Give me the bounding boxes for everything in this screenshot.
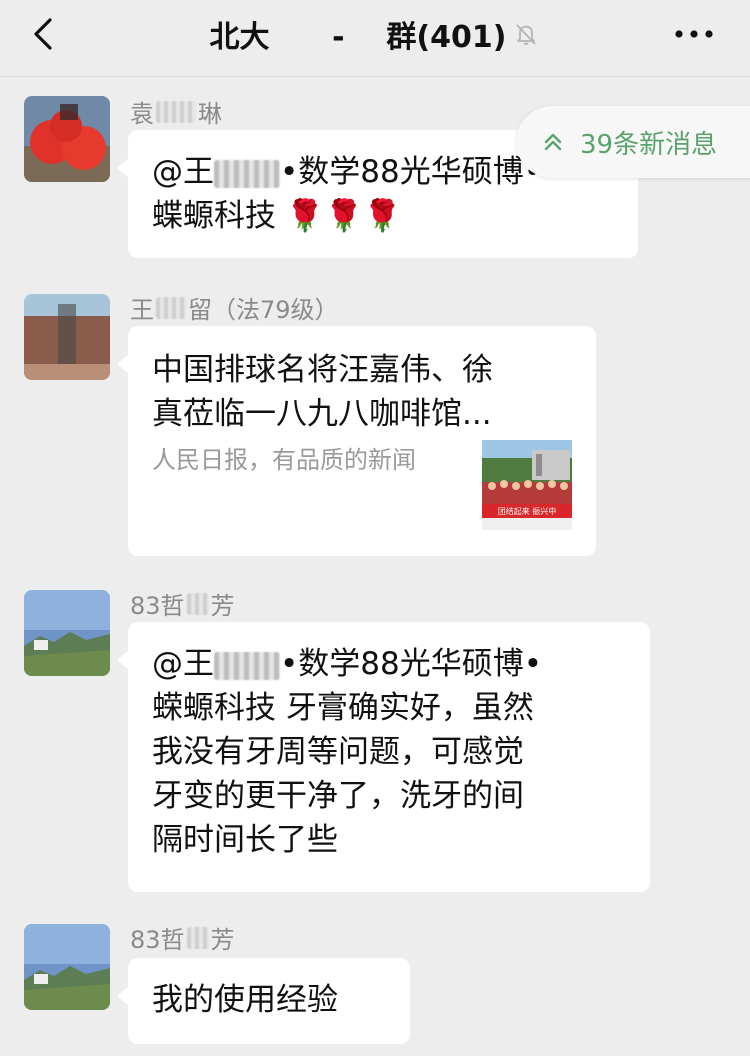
group-name: 北大 - 群(401) [209, 20, 507, 55]
top-bar: 北大 - 群(401) [0, 0, 750, 77]
card-source: 人民日报，有品质的新闻 [152, 446, 416, 474]
avatar[interactable] [24, 924, 110, 1010]
banner-text: 团结起来 振兴中 [498, 506, 557, 516]
double-chevron-up-icon [544, 133, 562, 151]
message-bubble[interactable]: @王 •数学88光华硕博• 蝾螈科技 牙膏确实好，虽然 我没有牙周等问题，可感觉 … [117, 622, 650, 892]
link-card[interactable]: 中国排球名将汪嘉伟、徐 真莅临一八九八咖啡馆... 人民日报，有品质的新闻 团结… [117, 326, 596, 556]
sender-name: 王 留（法79级） [130, 296, 339, 324]
card-title-line: 真莅临一八九八咖啡馆... [152, 396, 492, 432]
avatar[interactable] [24, 294, 110, 380]
chat-screen: 北大 - 群(401) 袁 琳 @王 •数学88光华硕博• 蝶螈科技 🌹🌹🌹 3… [0, 0, 750, 1056]
new-messages-label: 39条新消息 [580, 129, 718, 160]
more-button[interactable] [672, 22, 716, 46]
message-bubble[interactable]: 我的使用经验 [117, 958, 410, 1044]
sender-name: 83哲 芳 [130, 926, 235, 954]
chevron-left-icon [34, 18, 52, 50]
back-button[interactable] [26, 12, 66, 56]
card-thumbnail: 团结起来 振兴中 [482, 440, 572, 530]
chat-title[interactable]: 北大 - 群(401) [120, 12, 630, 56]
bell-off-icon [512, 20, 540, 48]
more-dots-icon [675, 30, 713, 38]
new-messages-button[interactable]: 39条新消息 [516, 106, 750, 178]
sender-name: 83哲 芳 [130, 592, 235, 620]
avatar[interactable] [24, 96, 110, 182]
sender-name: 袁 琳 [130, 100, 222, 128]
card-title-line: 中国排球名将汪嘉伟、徐 [152, 352, 493, 388]
avatar[interactable] [24, 590, 110, 676]
